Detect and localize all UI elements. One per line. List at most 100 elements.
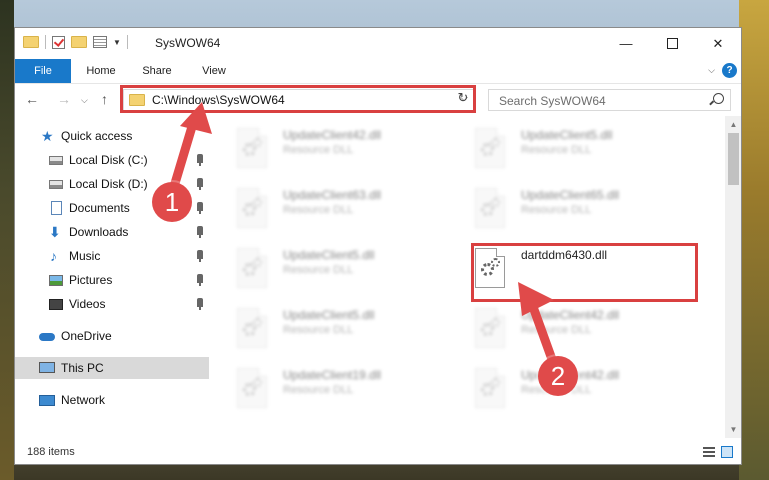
expand-ribbon-chevron-icon[interactable]: ⌵ [708, 65, 715, 76]
scroll-down-arrow-icon[interactable]: ▼ [725, 421, 741, 438]
back-arrow-icon[interactable]: ← [25, 91, 39, 107]
file-type: Resource DLL [283, 324, 354, 336]
address-folder-icon [129, 94, 145, 106]
file-item[interactable]: UpdateClient5.dll Resource DLL [237, 244, 457, 292]
scrollbar-thumb[interactable] [728, 133, 739, 185]
customize-toolbar-dropdown-icon[interactable]: ▼ [113, 38, 121, 47]
properties-icon[interactable] [93, 36, 107, 48]
cloud-icon [39, 333, 55, 341]
sidebar-item-label: Local Disk (D:) [69, 177, 148, 191]
pin-icon[interactable] [197, 202, 203, 214]
pin-icon[interactable] [197, 154, 203, 166]
star-icon: ★ [41, 128, 54, 144]
window-title: SysWOW64 [155, 36, 221, 50]
title-bar: ▼ SysWOW64 — ✕ [15, 28, 741, 59]
sidebar-item-videos[interactable]: Videos [15, 293, 209, 315]
dll-file-icon [237, 128, 273, 170]
file-item[interactable]: UpdateClient65.dll Resource DLL [475, 184, 695, 232]
forward-arrow-icon[interactable]: → [57, 91, 71, 107]
help-icon[interactable]: ? [722, 63, 737, 78]
search-input[interactable] [497, 91, 701, 111]
file-item[interactable]: UpdateClient5.dll Resource DLL [237, 304, 457, 352]
music-note-icon: ♪ [50, 248, 57, 264]
file-name: UpdateClient5.dll [283, 308, 375, 322]
file-name: UpdateClient65.dll [521, 188, 620, 202]
sidebar-item-downloads[interactable]: ⬇ Downloads [15, 221, 209, 243]
file-type: Resource DLL [283, 144, 354, 156]
file-type: Resource DLL [283, 204, 354, 216]
navigation-bar: ← → ⌵ ↑ C:\Windows\SysWOW64 ⌵ ↻ [15, 83, 741, 116]
dll-file-icon [237, 188, 273, 230]
sidebar-item-label: Downloads [69, 225, 129, 239]
scroll-up-arrow-icon[interactable]: ▲ [725, 116, 741, 133]
file-item[interactable]: UpdateClient63.dll Resource DLL [237, 184, 457, 232]
download-arrow-icon: ⬇ [49, 224, 61, 240]
sidebar-item-quick-access[interactable]: ★ Quick access [15, 125, 209, 147]
maximize-button[interactable] [649, 28, 695, 59]
file-item[interactable]: UpdateClient42.dll Resource DLL [475, 364, 695, 412]
status-bar: 188 items [15, 438, 741, 464]
tab-file[interactable]: File [15, 59, 71, 83]
desktop-background-right [739, 0, 769, 480]
close-button[interactable]: ✕ [695, 28, 741, 59]
sidebar-item-network[interactable]: Network [15, 389, 209, 411]
file-name: UpdateClient63.dll [283, 188, 382, 202]
sidebar-item-label: OneDrive [61, 329, 112, 343]
drive-icon [49, 180, 63, 189]
file-type: Resource DLL [521, 324, 592, 336]
file-item-dartddm6430[interactable]: dartddm6430.dll [475, 244, 695, 292]
sidebar-item-label: This PC [61, 361, 104, 375]
pin-icon[interactable] [197, 274, 203, 286]
folder-icon [23, 36, 39, 48]
sidebar-item-music[interactable]: ♪ Music [15, 245, 209, 267]
file-item[interactable]: UpdateClient5.dll Resource DLL [475, 124, 695, 172]
file-name: UpdateClient19.dll [283, 368, 382, 382]
search-icon[interactable] [713, 93, 724, 104]
new-folder-icon[interactable] [71, 36, 87, 48]
properties-check-icon[interactable] [52, 35, 65, 49]
computer-icon [39, 362, 55, 373]
pin-icon[interactable] [197, 298, 203, 310]
sidebar-item-onedrive[interactable]: OneDrive [15, 325, 209, 347]
sidebar-item-pictures[interactable]: Pictures [15, 269, 209, 291]
vertical-scrollbar[interactable]: ▲ ▼ [725, 116, 741, 438]
file-name: UpdateClient5.dll [521, 128, 613, 142]
sidebar-item-label: Network [61, 393, 106, 407]
search-box[interactable] [488, 89, 731, 111]
large-icons-view-icon[interactable] [721, 446, 733, 458]
tab-view[interactable]: View [198, 59, 230, 83]
sidebar-item-this-pc[interactable]: This PC [15, 357, 209, 379]
file-item[interactable]: UpdateClient19.dll Resource DLL [237, 364, 457, 412]
minimize-button[interactable]: — [603, 28, 649, 59]
dll-file-icon [475, 248, 511, 290]
sidebar-item-label: Documents [69, 201, 130, 215]
video-icon [49, 299, 63, 310]
file-item[interactable]: UpdateClient42.dll Resource DLL [475, 304, 695, 352]
file-list: UpdateClient42.dll Resource DLL UpdateCl… [211, 116, 725, 438]
toolbar-separator [126, 35, 128, 49]
address-path[interactable]: C:\Windows\SysWOW64 [152, 93, 285, 107]
network-icon [39, 395, 55, 406]
pin-icon[interactable] [197, 250, 203, 262]
sidebar-item-label: Videos [69, 297, 106, 311]
dll-file-icon [475, 368, 511, 410]
recent-locations-chevron-icon[interactable]: ⌵ [81, 95, 88, 106]
dll-file-icon [237, 248, 273, 290]
sidebar-item-local-disk-c[interactable]: Local Disk (C:) [15, 149, 209, 171]
quick-access-toolbar: ▼ [23, 35, 128, 49]
up-arrow-icon[interactable]: ↑ [101, 91, 108, 107]
tab-home[interactable]: Home [81, 59, 121, 83]
dll-file-icon [237, 308, 273, 350]
refresh-icon[interactable]: ↻ [453, 88, 473, 108]
dll-file-icon [475, 128, 511, 170]
file-item[interactable]: UpdateClient42.dll Resource DLL [237, 124, 457, 172]
details-view-icon[interactable] [703, 447, 715, 457]
item-count: 188 items [27, 446, 75, 458]
file-type: Resource DLL [521, 144, 592, 156]
maximize-icon [666, 38, 678, 49]
pin-icon[interactable] [197, 178, 203, 190]
step1-badge: 1 [152, 182, 192, 222]
tab-share[interactable]: Share [139, 59, 175, 83]
pin-icon[interactable] [197, 226, 203, 238]
address-bar[interactable]: C:\Windows\SysWOW64 ⌵ [123, 89, 475, 111]
